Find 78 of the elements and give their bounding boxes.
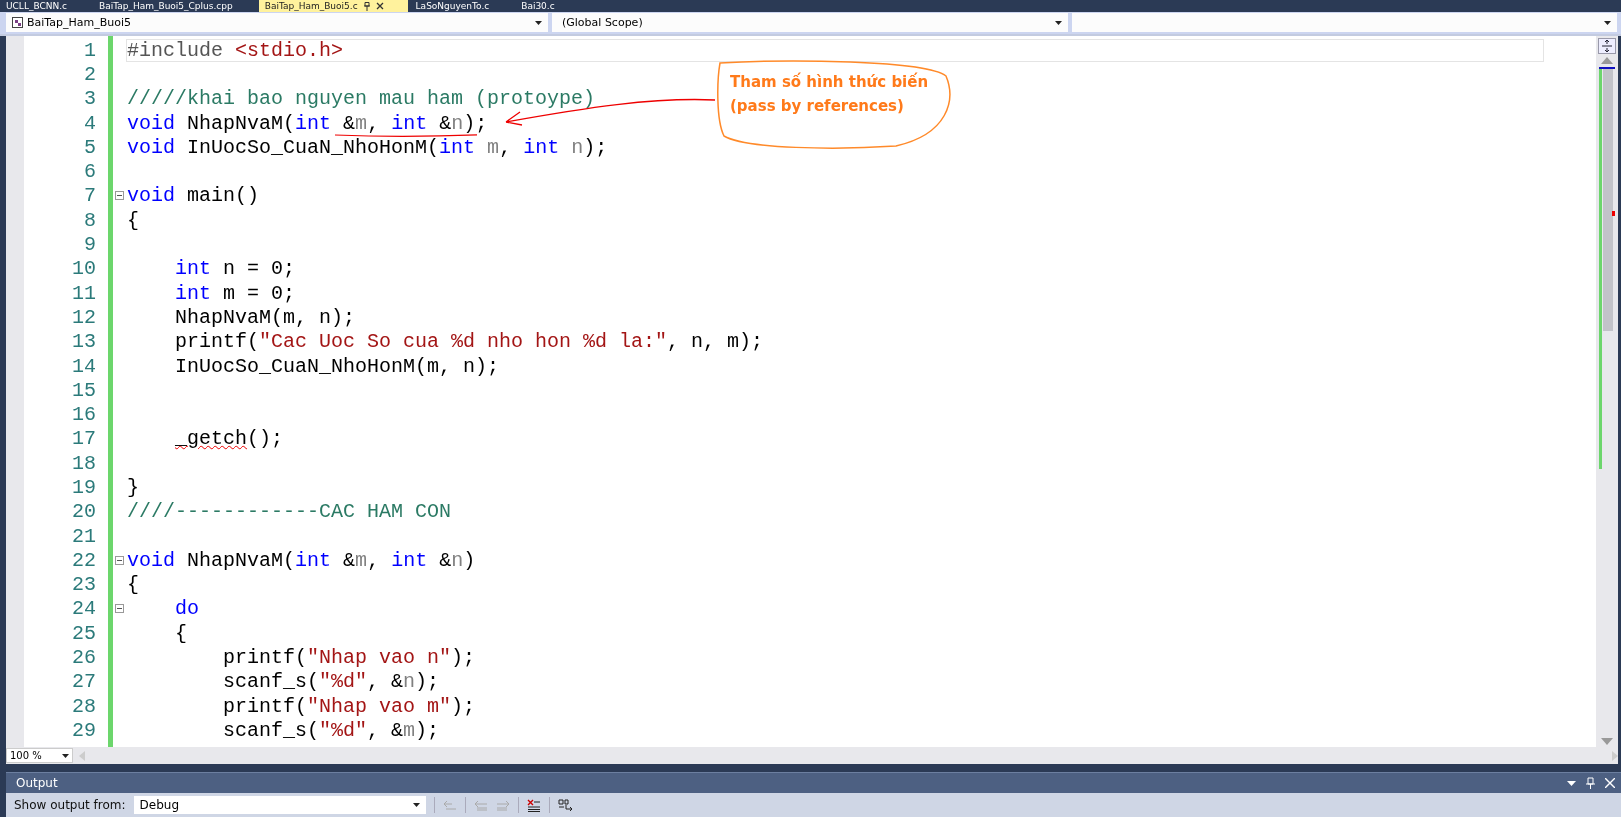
- clear-all-icon[interactable]: [526, 798, 541, 812]
- output-source-dropdown[interactable]: Debug: [133, 796, 426, 814]
- code-line: void NhapNvaM(int &m, int &n): [127, 549, 476, 571]
- code-line: _getch();: [174, 428, 284, 450]
- code-line: }: [127, 477, 139, 498]
- line-number: 25: [71, 621, 96, 645]
- code-line: {: [127, 574, 139, 596]
- line-number: 19: [71, 476, 96, 499]
- caret-icon: [1604, 20, 1611, 25]
- annotation-note: Tham số hình thức biến (pass by references): [730, 72, 929, 117]
- dropdown-icon[interactable]: [1567, 780, 1576, 786]
- line-number: 6: [83, 160, 96, 184]
- code-line: NhapNvaM(m, n);: [174, 306, 356, 328]
- line-number: 15: [71, 378, 96, 402]
- line-number: 4: [83, 111, 96, 135]
- line-number: 13: [71, 330, 96, 354]
- line-number: 1: [83, 38, 96, 62]
- code-line: printf("Cac Uoc So cua %d nho hon %d la:", n, m);: [174, 331, 764, 353]
- split-icon[interactable]: [1598, 38, 1616, 54]
- document-tab[interactable]: BaiTap_Ham_Buoi5.c: [258, 0, 408, 12]
- line-number: 27: [71, 670, 96, 694]
- code-line: {: [127, 209, 139, 231]
- close-icon[interactable]: [375, 2, 384, 10]
- caret-icon: [61, 753, 69, 758]
- document-tab[interactable]: LaSoNguyenTo.c: [409, 0, 514, 12]
- caret-icon: [1055, 20, 1062, 25]
- project-dropdown[interactable]: BaiTap_Ham_Buoi5: [6, 13, 548, 32]
- line-number: 14: [71, 354, 96, 378]
- pin-icon[interactable]: [362, 1, 371, 11]
- line-number: 2: [83, 62, 96, 86]
- code-line: do: [174, 598, 200, 620]
- collapse-icon[interactable]: [115, 604, 124, 614]
- line-number: 9: [83, 233, 96, 256]
- document-tab[interactable]: BaiTap_Ham_Buoi5_Cplus.cpp: [93, 0, 257, 12]
- caret-icon: [535, 20, 542, 25]
- line-number: 23: [71, 573, 96, 597]
- project-icon: [12, 17, 23, 28]
- line-number: 8: [83, 208, 96, 232]
- code-line: /////khai bao nguyen mau ham (protoype): [127, 88, 596, 110]
- output-source-label: Show output from:: [14, 798, 126, 812]
- collapse-icon[interactable]: [115, 191, 124, 201]
- code-line: void InUocSo_CuaN_NhoHonM(int m, int n);: [127, 136, 608, 158]
- code-line: InUocSo_CuaN_NhoHonM(m, n);: [174, 355, 500, 377]
- collapse-icon[interactable]: [115, 555, 124, 565]
- line-number: 3: [83, 87, 96, 111]
- code-line: void NhapNvaM(int &m, int &n);: [127, 112, 488, 134]
- line-number: 24: [71, 597, 96, 621]
- line-number: 11: [71, 281, 96, 305]
- line-number: 20: [71, 500, 96, 524]
- code-line: scanf_s("%d", &n);: [222, 671, 440, 693]
- line-number: 29: [71, 718, 96, 742]
- line-number: 16: [71, 403, 96, 427]
- line-number: 22: [71, 548, 96, 572]
- code-line: void main(): [127, 185, 260, 207]
- word-wrap-icon[interactable]: [557, 798, 574, 812]
- line-number: 28: [71, 694, 96, 718]
- line-number: 21: [71, 524, 96, 548]
- code-line: ////------------CAC HAM CON: [127, 501, 452, 523]
- line-number: 18: [71, 451, 96, 475]
- code-line: scanf_s("%d", &m);: [222, 719, 440, 741]
- caret-icon: [412, 803, 420, 807]
- panel-title: Output: [16, 776, 58, 790]
- line-number: 26: [71, 646, 96, 670]
- code-line: {: [174, 622, 188, 644]
- line-number: 5: [83, 135, 96, 159]
- line-number: 17: [71, 427, 96, 451]
- code-line: int n = 0;: [174, 258, 296, 280]
- document-tab[interactable]: UCLL_BCNN.c: [0, 0, 91, 12]
- zoom-dropdown[interactable]: 100 %: [6, 748, 73, 763]
- line-number: 7: [83, 184, 96, 208]
- code-line: printf("Nhap vao m");: [222, 695, 476, 717]
- code-line: #include <stdio.h>: [127, 39, 1544, 61]
- line-number: 10: [71, 257, 96, 281]
- line-number: 12: [71, 305, 96, 329]
- code-line: printf("Nhap vao n");: [222, 647, 476, 669]
- scope-dropdown[interactable]: (Global Scope): [552, 13, 1068, 32]
- code-line: int m = 0;: [174, 282, 296, 304]
- document-tab[interactable]: Bai30.c: [515, 0, 579, 12]
